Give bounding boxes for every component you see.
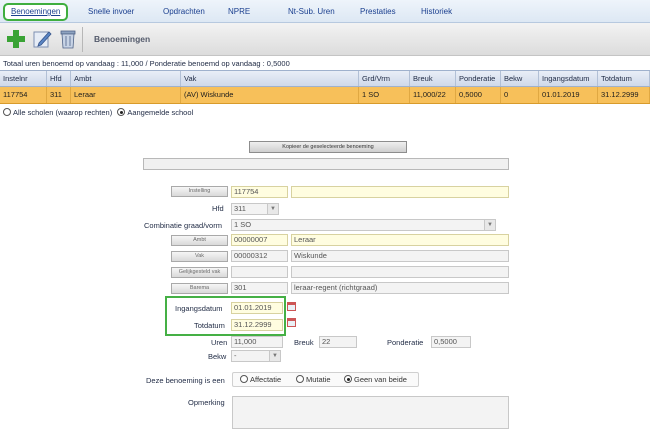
bekw-select[interactable]: - ▼ bbox=[231, 350, 281, 362]
hfd-label: Hfd bbox=[212, 204, 224, 213]
gelijkgesteld-code-field[interactable] bbox=[231, 266, 288, 278]
ponderatie-field[interactable]: 0,5000 bbox=[431, 336, 471, 348]
vak-code-field[interactable]: 00000312 bbox=[231, 250, 288, 262]
col-instelnr[interactable]: Instelnr bbox=[0, 71, 47, 86]
instelling-button[interactable]: Instelling bbox=[171, 186, 228, 197]
gelijkgesteld-name-field[interactable] bbox=[291, 266, 509, 278]
tab-historiek[interactable]: Historiek bbox=[421, 4, 452, 19]
bekw-value: - bbox=[234, 351, 237, 360]
geen-option: Geen van beide bbox=[344, 375, 407, 384]
toolbar-separator bbox=[82, 27, 83, 52]
col-ingangsdatum[interactable]: Ingangsdatum bbox=[539, 71, 598, 86]
ponderatie-label: Ponderatie bbox=[387, 338, 424, 347]
radio-affectatie[interactable] bbox=[240, 375, 248, 383]
ambt-code-field[interactable]: 00000007 bbox=[231, 234, 288, 246]
radio-geen-van-beide[interactable] bbox=[344, 375, 352, 383]
toolbar-title: Benoemingen bbox=[94, 34, 151, 44]
ambt-button[interactable]: Ambt bbox=[171, 235, 228, 246]
tab-npre[interactable]: NPRE bbox=[228, 4, 250, 19]
cell-hfd: 311 bbox=[47, 87, 71, 103]
cell-ingangsdatum: 01.01.2019 bbox=[539, 87, 598, 103]
radio-aangemelde-school-label: Aangemelde school bbox=[127, 108, 194, 117]
radio-alle-scholen[interactable] bbox=[3, 108, 11, 116]
radio-mutatie[interactable] bbox=[296, 375, 304, 383]
barema-button[interactable]: Barema bbox=[171, 283, 228, 294]
chevron-down-icon: ▼ bbox=[484, 220, 495, 230]
combinatie-value: 1 SO bbox=[234, 220, 252, 229]
combinatie-label: Combinatie graad/vorm bbox=[144, 221, 222, 230]
cell-totdatum: 31.12.2999 bbox=[598, 87, 650, 103]
col-bekw[interactable]: Bekw bbox=[501, 71, 539, 86]
benoeming-type-label: Deze benoeming is een bbox=[146, 376, 225, 385]
toolbar: Benoemingen bbox=[0, 23, 650, 56]
scope-radio-group: Alle scholen (waarop rechten) Aangemelde… bbox=[3, 108, 193, 117]
tab-opdrachten[interactable]: Opdrachten bbox=[163, 4, 205, 19]
mutatie-option: Mutatie bbox=[296, 375, 331, 384]
cell-instelnr: 117754 bbox=[0, 87, 47, 103]
cell-breuk: 11,000/22 bbox=[410, 87, 456, 103]
col-grd-vrm[interactable]: Grd/Vrm bbox=[359, 71, 410, 86]
opmerking-label: Opmerking bbox=[188, 398, 225, 407]
tab-nt-sub-uren[interactable]: Nt-Sub. Uren bbox=[288, 4, 335, 19]
totdatum-label: Totdatum bbox=[194, 321, 225, 330]
hfd-select[interactable]: 311 ▼ bbox=[231, 203, 279, 215]
chevron-down-icon: ▼ bbox=[267, 204, 278, 214]
add-icon[interactable] bbox=[5, 28, 27, 50]
hfd-value: 311 bbox=[234, 204, 246, 213]
vak-button[interactable]: Vak bbox=[171, 251, 228, 262]
benoemingen-table: Instelnr Hfd Ambt Vak Grd/Vrm Breuk Pond… bbox=[0, 70, 650, 104]
cell-vak: (AV) Wiskunde bbox=[181, 87, 359, 103]
message-bar bbox=[143, 158, 509, 170]
tab-benoemingen[interactable]: Benoemingen bbox=[3, 3, 69, 21]
combinatie-select[interactable]: 1 SO ▼ bbox=[231, 219, 496, 231]
col-hfd[interactable]: Hfd bbox=[47, 71, 71, 86]
col-vak[interactable]: Vak bbox=[181, 71, 359, 86]
col-totdatum[interactable]: Totdatum bbox=[598, 71, 650, 86]
summary-text: Totaal uren benoemd op vandaag : 11,000 … bbox=[3, 59, 290, 68]
ingangsdatum-label: Ingangsdatum bbox=[175, 304, 223, 313]
barema-code-field[interactable]: 301 bbox=[231, 282, 288, 294]
col-breuk[interactable]: Breuk bbox=[410, 71, 456, 86]
barema-name-field[interactable]: leraar-regent (richtgraad) bbox=[291, 282, 509, 294]
table-header: Instelnr Hfd Ambt Vak Grd/Vrm Breuk Pond… bbox=[0, 70, 650, 87]
tab-bar: Benoemingen Snelle invoer Opdrachten NPR… bbox=[0, 0, 650, 23]
chevron-down-icon: ▼ bbox=[269, 351, 280, 361]
totdatum-field[interactable]: 31.12.2999 bbox=[231, 319, 283, 331]
col-ponderatie[interactable]: Ponderatie bbox=[456, 71, 501, 86]
instelling-name-field[interactable] bbox=[291, 186, 509, 198]
radio-alle-scholen-label: Alle scholen (waarop rechten) bbox=[13, 108, 113, 117]
cell-ambt: Leraar bbox=[71, 87, 181, 103]
vak-name-field[interactable]: Wiskunde bbox=[291, 250, 509, 262]
calendar-icon[interactable] bbox=[287, 318, 296, 327]
breuk-label: Breuk bbox=[294, 338, 314, 347]
ambt-name-field[interactable]: Leraar bbox=[291, 234, 509, 246]
radio-geen-van-beide-label: Geen van beide bbox=[354, 375, 407, 384]
tab-snelle-invoer[interactable]: Snelle invoer bbox=[88, 4, 134, 19]
breuk-field[interactable]: 22 bbox=[319, 336, 357, 348]
edit-icon[interactable] bbox=[31, 28, 53, 50]
opmerking-textarea[interactable] bbox=[232, 396, 509, 429]
cell-grd-vrm: 1 SO bbox=[359, 87, 410, 103]
cell-bekw: 0 bbox=[501, 87, 539, 103]
gelijkgesteld-vak-button[interactable]: Gelijkgesteld vak bbox=[171, 267, 228, 278]
radio-aangemelde-school[interactable] bbox=[117, 108, 126, 116]
radio-mutatie-label: Mutatie bbox=[306, 375, 331, 384]
uren-field[interactable]: 11,000 bbox=[231, 336, 283, 348]
copy-button[interactable]: Kopieer de geselecteerde benoeming bbox=[249, 141, 407, 153]
instelling-field[interactable]: 117754 bbox=[231, 186, 288, 198]
ingangsdatum-field[interactable]: 01.01.2019 bbox=[231, 302, 283, 314]
col-ambt[interactable]: Ambt bbox=[71, 71, 181, 86]
calendar-icon[interactable] bbox=[287, 302, 296, 311]
cell-ponderatie: 0,5000 bbox=[456, 87, 501, 103]
uren-label: Uren bbox=[211, 338, 228, 347]
bekw-label: Bekw bbox=[208, 352, 227, 361]
affectatie-option: Affectatie bbox=[240, 375, 281, 384]
table-row[interactable]: 117754 311 Leraar (AV) Wiskunde 1 SO 11,… bbox=[0, 87, 650, 104]
tab-prestaties[interactable]: Prestaties bbox=[360, 4, 396, 19]
delete-icon[interactable] bbox=[57, 28, 79, 50]
radio-affectatie-label: Affectatie bbox=[250, 375, 282, 384]
